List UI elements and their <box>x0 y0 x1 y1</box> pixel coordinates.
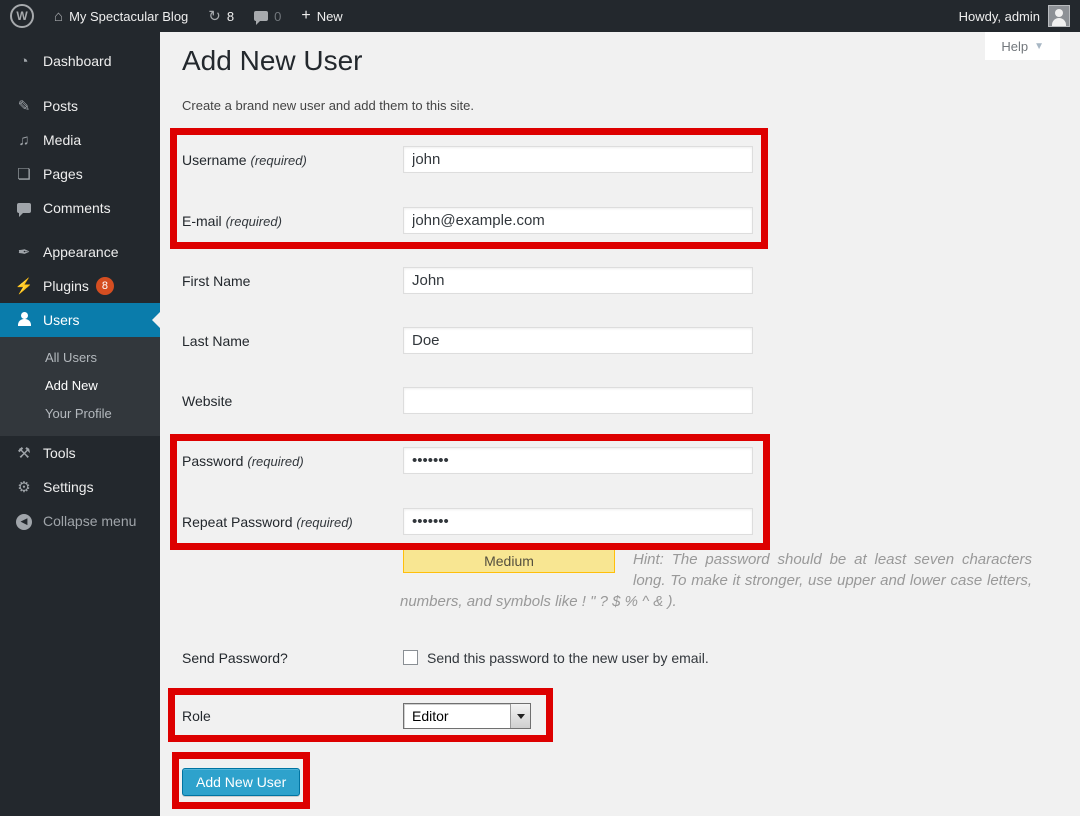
howdy-admin-label[interactable]: Howdy, admin <box>959 9 1040 24</box>
sidebar-item-label: Media <box>43 132 81 148</box>
sidebar-item-posts[interactable]: ✎ Posts <box>0 89 160 123</box>
home-icon: ⌂ <box>54 9 63 24</box>
email-input[interactable] <box>403 207 753 234</box>
sidebar-item-label: Users <box>43 312 80 328</box>
wordpress-logo-menu[interactable]: W <box>0 0 44 32</box>
first-name-input[interactable] <box>403 267 753 294</box>
sidebar-item-label: Posts <box>43 98 78 114</box>
sidebar-item-settings[interactable]: ⚙ Settings <box>0 470 160 504</box>
password-strength-meter: Medium <box>403 549 615 573</box>
password-strength-area: Medium Hint: The password should be at l… <box>400 549 1032 612</box>
sidebar-item-label: Plugins <box>43 278 89 294</box>
email-label: E-mail (required) <box>182 213 403 229</box>
wrench-icon: ⚒ <box>14 446 34 461</box>
comments-icon <box>14 201 34 216</box>
sidebar-item-label: Appearance <box>43 244 119 260</box>
updates-link[interactable]: ↻ 8 <box>198 0 244 32</box>
username-label: Username (required) <box>182 152 403 168</box>
send-password-label: Send Password? <box>182 650 403 666</box>
sidebar-item-label: Dashboard <box>43 53 112 69</box>
password-label: Password (required) <box>182 453 403 469</box>
sidebar-item-users[interactable]: Users <box>0 303 160 337</box>
media-icon: ♫ <box>14 133 34 148</box>
website-input[interactable] <box>403 387 753 414</box>
first-name-label: First Name <box>182 273 403 289</box>
admin-bar: W ⌂ My Spectacular Blog ↻ 8 0 + New Howd… <box>0 0 1080 32</box>
submenu-item-your-profile[interactable]: Your Profile <box>0 400 160 428</box>
help-label: Help <box>1001 39 1028 54</box>
add-new-user-button[interactable]: Add New User <box>182 768 300 796</box>
sidebar-item-label: Tools <box>43 445 76 461</box>
brush-icon: ✒ <box>14 245 34 260</box>
password-input[interactable] <box>403 447 753 474</box>
sidebar-item-tools[interactable]: ⚒ Tools <box>0 436 160 470</box>
comments-link[interactable]: 0 <box>244 0 291 32</box>
sidebar-item-label: Collapse menu <box>43 513 136 529</box>
submenu-item-all-users[interactable]: All Users <box>0 344 160 372</box>
comments-bubble-icon <box>254 11 268 21</box>
page-title: Add New User <box>182 44 363 78</box>
admin-sidebar: ◔ Dashboard ✎ Posts ♫ Media ❏ Pages Comm… <box>0 32 160 816</box>
repeat-password-label: Repeat Password (required) <box>182 514 403 530</box>
sidebar-item-media[interactable]: ♫ Media <box>0 123 160 157</box>
plugins-update-badge: 8 <box>96 277 114 295</box>
users-submenu: All Users Add New Your Profile <box>0 337 160 436</box>
help-button[interactable]: Help ▼ <box>985 32 1060 60</box>
collapse-arrow-icon: ◀ <box>14 512 34 530</box>
main-content: Help ▼ Add New User Create a brand new u… <box>160 32 1080 816</box>
username-input[interactable] <box>403 146 753 173</box>
new-content-menu[interactable]: + New <box>291 0 352 32</box>
sidebar-item-label: Pages <box>43 166 83 182</box>
send-password-checkbox-label: Send this password to the new user by em… <box>427 650 709 666</box>
updates-count: 8 <box>227 9 234 24</box>
chevron-down-icon: ▼ <box>1034 41 1044 52</box>
role-selected-value: Editor <box>404 704 510 728</box>
sidebar-item-dashboard[interactable]: ◔ Dashboard <box>0 44 160 78</box>
send-password-checkbox[interactable] <box>403 650 418 665</box>
repeat-password-input[interactable] <box>403 508 753 535</box>
site-name-label: My Spectacular Blog <box>69 9 188 24</box>
plugin-icon: ⚡ <box>14 279 34 294</box>
last-name-input[interactable] <box>403 327 753 354</box>
website-label: Website <box>182 393 403 409</box>
last-name-label: Last Name <box>182 333 403 349</box>
user-avatar[interactable] <box>1048 5 1070 27</box>
users-icon <box>14 312 34 329</box>
settings-icon: ⚙ <box>14 480 34 495</box>
submenu-item-add-new[interactable]: Add New <box>0 372 160 400</box>
plus-icon: + <box>301 8 310 24</box>
updates-icon: ↻ <box>208 9 221 24</box>
sidebar-item-plugins[interactable]: ⚡ Plugins 8 <box>0 269 160 303</box>
collapse-menu-button[interactable]: ◀ Collapse menu <box>0 504 160 538</box>
wordpress-logo-icon: W <box>10 4 34 28</box>
sidebar-item-comments[interactable]: Comments <box>0 191 160 225</box>
new-label: New <box>317 9 343 24</box>
role-select[interactable]: Editor <box>403 703 531 729</box>
sidebar-item-appearance[interactable]: ✒ Appearance <box>0 235 160 269</box>
sidebar-item-pages[interactable]: ❏ Pages <box>0 157 160 191</box>
role-label: Role <box>182 708 403 724</box>
page-subtitle: Create a brand new user and add them to … <box>182 98 474 113</box>
sidebar-item-label: Comments <box>43 200 111 216</box>
site-name-link[interactable]: ⌂ My Spectacular Blog <box>44 0 198 32</box>
pages-icon: ❏ <box>14 167 34 182</box>
comments-count: 0 <box>274 9 281 24</box>
dropdown-arrow-icon <box>510 704 530 728</box>
dashboard-icon: ◔ <box>14 54 34 69</box>
pushpin-icon: ✎ <box>14 99 34 114</box>
sidebar-item-label: Settings <box>43 479 94 495</box>
